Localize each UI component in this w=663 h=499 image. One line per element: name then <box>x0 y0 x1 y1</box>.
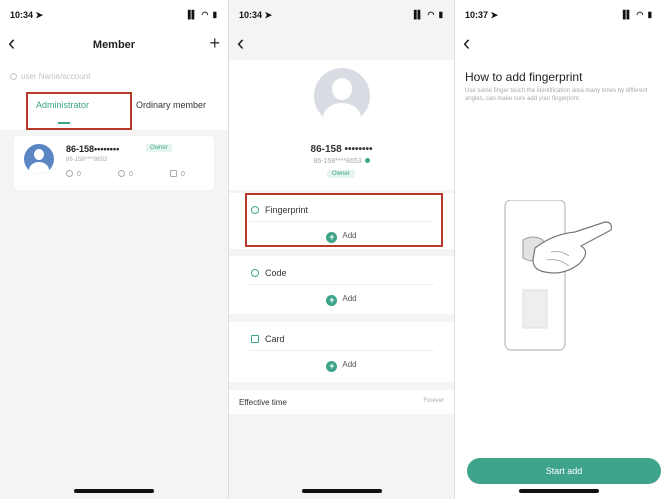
search-placeholder: user Name/account <box>21 72 91 81</box>
avatar <box>314 68 370 124</box>
owner-badge: Owner <box>327 170 355 178</box>
fingerprint-icon <box>66 170 73 177</box>
code-count: 0 <box>129 171 133 178</box>
member-detail-screen: 10:34 ➤ ▐▌ ◠ ▮ ‹ 86-158 •••••••• 86-158*… <box>229 0 455 499</box>
tab-ordinary-member[interactable]: Ordinary member <box>136 100 206 110</box>
list-item[interactable]: 86-158•••••••• Owner 86-158****8653 0 0 … <box>14 136 214 190</box>
card-icon <box>170 170 177 177</box>
add-card-label: Add <box>342 360 357 369</box>
add-fingerprint-screen: 10:37 ➤ ▐▌ ◠ ▮ ‹ How to add fingerprint … <box>455 0 663 499</box>
profile-name: 86-158 •••••••• <box>310 144 373 155</box>
status-bar: 10:34 ➤ ▐▌ ◠ ▮ <box>239 8 444 22</box>
effective-time-row[interactable]: Effective time Forever <box>229 390 454 414</box>
home-indicator <box>519 489 599 493</box>
card-section: Card + Add <box>229 322 454 382</box>
highlight-box-fingerprint <box>245 193 443 247</box>
plus-icon: + <box>326 361 338 372</box>
add-code-label: Add <box>342 294 357 303</box>
code-section: Code + Add <box>229 256 454 314</box>
status-time: 10:34 ➤ <box>239 10 273 20</box>
page-title: How to add fingerprint <box>465 70 583 84</box>
page-title: Member <box>92 39 136 51</box>
effective-time-label: Effective time <box>239 398 287 407</box>
divider <box>249 350 434 351</box>
lock-fingerprint-illustration <box>504 200 612 351</box>
status-time: 10:37 ➤ <box>465 10 499 20</box>
plus-icon: + <box>326 295 338 306</box>
back-icon[interactable]: ‹ <box>237 32 244 54</box>
card-icon <box>251 335 259 343</box>
edit-icon[interactable] <box>364 158 370 163</box>
start-add-button[interactable]: Start add <box>467 458 661 484</box>
code-icon <box>118 170 125 177</box>
owner-badge: Owner <box>146 144 172 152</box>
card-count: 0 <box>181 171 185 178</box>
profile-header: 86-158 •••••••• 86-158****8653 Owner <box>229 60 454 190</box>
card-label: Card <box>265 334 285 344</box>
highlight-box-administrator <box>26 92 132 130</box>
divider <box>249 284 434 285</box>
status-icons: ▐▌ ◠ ▮ <box>184 10 218 19</box>
status-bar: 10:34 ➤ ▐▌ ◠ ▮ <box>10 8 218 22</box>
section-title-code: Code <box>251 268 287 278</box>
nav-bar: ‹ <box>455 30 663 60</box>
status-icons: ▐▌ ◠ ▮ <box>619 10 653 19</box>
search-input[interactable]: user Name/account <box>10 72 218 88</box>
avatar <box>24 144 54 174</box>
nav-bar: ‹ <box>229 30 454 60</box>
instructions-text: Use same finger touch the identification… <box>465 88 648 102</box>
member-name: 86-158•••••••• <box>66 144 120 154</box>
member-account: 86-158****8653 <box>66 157 108 163</box>
status-icons: ▐▌ ◠ ▮ <box>410 10 444 19</box>
effective-time-value: Forever <box>423 398 444 404</box>
code-icon <box>251 269 259 277</box>
add-code-button[interactable]: + Add <box>229 294 454 306</box>
status-bar: 10:37 ➤ ▐▌ ◠ ▮ <box>465 8 653 22</box>
back-icon[interactable]: ‹ <box>463 32 470 54</box>
status-time: 10:34 ➤ <box>10 10 44 20</box>
add-member-icon[interactable]: + <box>209 34 220 52</box>
home-indicator <box>74 489 154 493</box>
nav-bar: ‹ Member + <box>0 30 228 60</box>
profile-account: 86-158****8653 <box>313 158 362 165</box>
home-indicator <box>301 489 382 493</box>
section-title-card: Card <box>251 334 285 344</box>
add-card-button[interactable]: + Add <box>229 360 454 372</box>
code-label: Code <box>265 268 287 278</box>
search-icon <box>10 73 17 80</box>
fingerprint-count: 0 <box>77 171 81 178</box>
member-screen: 10:34 ➤ ▐▌ ◠ ▮ ‹ Member + user Name/acco… <box>0 0 229 499</box>
profile-account-row: 86-158****8653 <box>229 158 454 165</box>
